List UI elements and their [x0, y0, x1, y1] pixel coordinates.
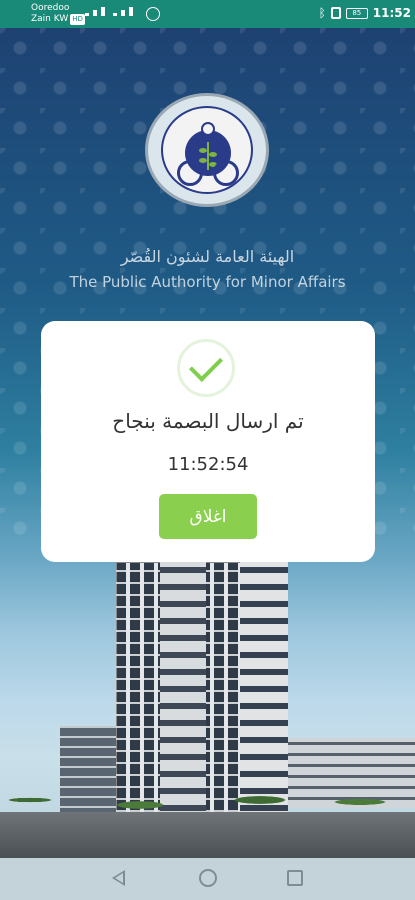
recent-apps-icon[interactable]: [287, 870, 303, 886]
success-dialog: تم ارسال البصمة بنجاح 11:52:54 اغلاق: [41, 321, 375, 562]
dialog-message: تم ارسال البصمة بنجاح: [112, 409, 304, 433]
home-icon[interactable]: [199, 869, 217, 887]
road: [0, 812, 415, 858]
close-button[interactable]: اغلاق: [159, 494, 257, 539]
signal-icon: [85, 7, 133, 16]
back-icon[interactable]: [112, 870, 125, 886]
carrier-line2: Zain KW: [31, 14, 69, 24]
status-bar: Ooredoo Zain KW HD ᛒ 85 11:52: [0, 0, 415, 28]
navigation-bar: [0, 858, 415, 900]
org-name-english: The Public Authority for Minor Affairs: [69, 273, 346, 291]
vibrate-icon: [330, 7, 341, 19]
dialog-time: 11:52:54: [167, 454, 249, 475]
clock: 11:52: [372, 6, 411, 20]
check-icon: [189, 348, 223, 382]
whatsapp-icon: [146, 7, 160, 21]
battery-level: 85: [352, 8, 362, 17]
success-circle: [177, 339, 235, 397]
authority-logo: [145, 93, 269, 207]
battery-icon: 85: [345, 7, 368, 19]
bluetooth-icon: ᛒ: [318, 6, 326, 20]
carrier-info: Ooredoo Zain KW HD: [31, 3, 85, 25]
hd-badge: HD: [70, 14, 85, 25]
org-name-arabic: الهيئة العامة لشئون القُصّر: [120, 247, 295, 266]
carrier-line1: Ooredoo: [31, 3, 70, 13]
